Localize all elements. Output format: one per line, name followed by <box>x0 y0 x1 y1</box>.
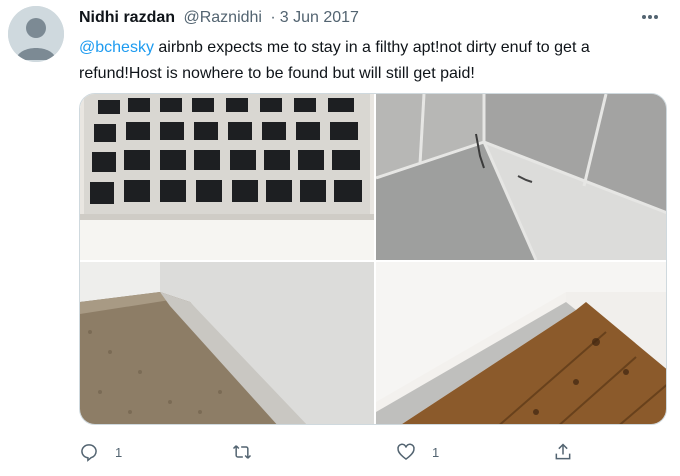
tweet[interactable]: Nidhi razdan @Raznidhi · 3 Jun 2017 @bche… <box>0 0 680 476</box>
tweet-actions: 1 1 <box>79 438 619 466</box>
dirty-floor-baseboard-photo[interactable] <box>376 262 666 424</box>
tweet-text: @bchesky airbnb expects me to stay in a … <box>79 35 654 87</box>
like-count: 1 <box>432 444 440 460</box>
more-button[interactable] <box>636 6 664 28</box>
heart-icon <box>397 443 415 461</box>
reply-count: 1 <box>115 444 123 460</box>
more-dots-icon <box>642 15 658 19</box>
default-avatar-icon <box>8 6 64 62</box>
like-button[interactable]: 1 <box>396 438 439 466</box>
retweet-button[interactable] <box>231 438 269 466</box>
dirty-carpet-baseboard-photo[interactable] <box>80 262 374 424</box>
dirty-tile-corner-photo[interactable] <box>376 94 666 260</box>
share-icon <box>555 443 571 460</box>
share-button[interactable] <box>553 438 589 466</box>
mention-link[interactable]: @bchesky <box>79 39 154 56</box>
tweet-date[interactable]: 3 Jun 2017 <box>280 9 359 26</box>
author-handle[interactable]: @Raznidhi <box>183 9 262 26</box>
author-name[interactable]: Nidhi razdan <box>79 9 175 26</box>
avatar[interactable] <box>8 6 64 62</box>
retweet-icon <box>232 445 252 459</box>
reply-icon <box>81 444 97 462</box>
separator: · <box>270 9 276 26</box>
tweet-header: Nidhi razdan @Raznidhi · 3 Jun 2017 <box>79 8 359 28</box>
tweet-body: airbnb expects me to stay in a filthy ap… <box>79 39 590 82</box>
media-grid <box>79 93 667 425</box>
dirty-vent-photo[interactable] <box>80 94 374 260</box>
reply-button[interactable]: 1 <box>79 438 122 466</box>
